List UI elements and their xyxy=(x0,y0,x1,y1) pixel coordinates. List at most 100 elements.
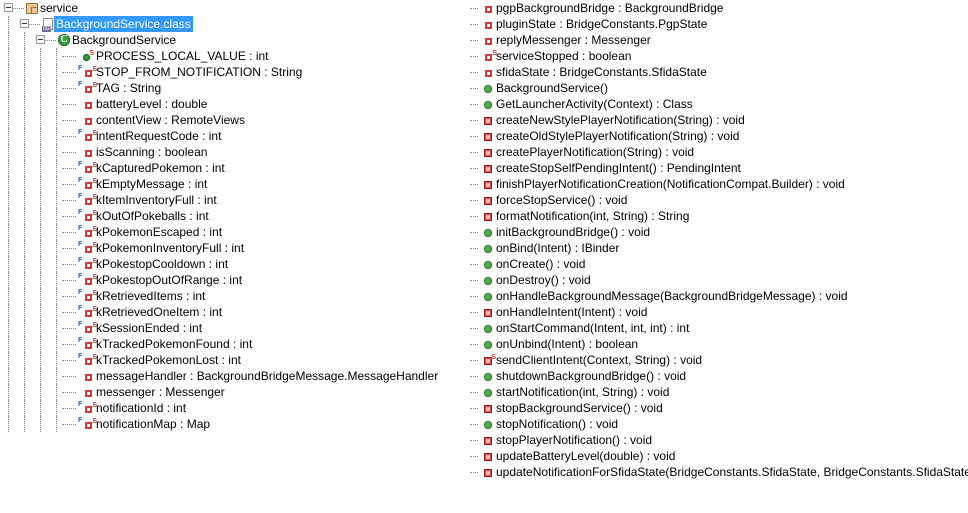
tree-elbow-line xyxy=(470,344,478,346)
tree-expander-toggle[interactable] xyxy=(20,19,29,28)
outline-view[interactable]: serviceBackgroundService.classBackground… xyxy=(0,0,968,513)
tree-row-label: onCreate() : void xyxy=(496,257,586,271)
tree-row-label: PROCESS_LOCAL_VALUE : int xyxy=(96,49,269,63)
public-method-icon xyxy=(480,80,496,96)
tree-row-member[interactable]: S FkTrackedPokemonFound : int xyxy=(0,336,470,352)
tree-row-member[interactable]: replyMessenger : Messenger xyxy=(470,32,968,48)
tree-row-member[interactable]: messageHandler : BackgroundBridgeMessage… xyxy=(0,368,470,384)
tree-row-member[interactable]: pluginState : BridgeConstants.PgpState xyxy=(470,16,968,32)
tree-guide-line xyxy=(56,368,58,384)
tree-row-member[interactable]: BackgroundService() xyxy=(470,80,968,96)
tree-elbow-line xyxy=(13,8,24,10)
tree-expander-toggle[interactable] xyxy=(4,3,13,12)
tree-guide-line xyxy=(24,256,26,272)
tree-row-member[interactable]: contentView : RemoteViews xyxy=(0,112,470,128)
final-marker-icon: F xyxy=(78,321,83,328)
tree-guide-line xyxy=(8,352,10,368)
static-marker-icon: S xyxy=(92,258,97,265)
private-field-icon xyxy=(80,384,96,400)
tree-row-member[interactable]: SsendClientIntent(Context, String) : voi… xyxy=(470,352,968,368)
tree-row-label: notificationMap : Map xyxy=(96,417,211,431)
tree-guide-line xyxy=(24,240,26,256)
tree-row-member[interactable]: S FintentRequestCode : int xyxy=(0,128,470,144)
tree-row-member[interactable]: S FkPokestopCooldown : int xyxy=(0,256,470,272)
tree-guide-line xyxy=(8,96,10,112)
tree-guide-line xyxy=(24,224,26,240)
tree-row-member[interactable]: forceStopService() : void xyxy=(470,192,968,208)
tree-row-member[interactable]: S FkRetrievedItems : int xyxy=(0,288,470,304)
private-method-icon xyxy=(480,464,496,480)
tree-row-label: kItemInventoryFull : int xyxy=(96,193,217,207)
tree-row-member[interactable]: S FkEmptyMessage : int xyxy=(0,176,470,192)
tree-row-member[interactable]: batteryLevel : double xyxy=(0,96,470,112)
tree-row-member[interactable]: S FnotificationId : int xyxy=(0,400,470,416)
private-static-final-field-icon: SF xyxy=(78,352,97,368)
tree-row-member[interactable]: S FkPokemonEscaped : int xyxy=(0,224,470,240)
tree-row-member[interactable]: onUnbind(Intent) : boolean xyxy=(470,336,968,352)
tree-row-member[interactable]: updateBatteryLevel(double) : void xyxy=(470,448,968,464)
tree-row-member[interactable]: initBackgroundBridge() : void xyxy=(470,224,968,240)
tree-row-member[interactable]: stopPlayerNotification() : void xyxy=(470,432,968,448)
tree-elbow-line xyxy=(470,88,478,90)
tree-elbow-line xyxy=(470,152,478,154)
tree-row-member[interactable]: startNotification(int, String) : void xyxy=(470,384,968,400)
tree-guide-line xyxy=(8,112,10,128)
tree-guide-line xyxy=(56,176,58,192)
tree-row-member[interactable]: onHandleIntent(Intent) : void xyxy=(470,304,968,320)
tree-row-class[interactable]: BackgroundService xyxy=(0,32,470,48)
tree-guide-line xyxy=(8,208,10,224)
tree-row-member[interactable]: stopNotification() : void xyxy=(470,416,968,432)
tree-row-member[interactable]: SserviceStopped : boolean xyxy=(470,48,968,64)
tree-row-member[interactable]: createOldStylePlayerNotification(String)… xyxy=(470,128,968,144)
static-marker-icon: S xyxy=(92,82,97,89)
tree-row-label: kPokestopOutOfRange : int xyxy=(96,273,243,287)
tree-expander-toggle[interactable] xyxy=(36,35,45,44)
static-marker-icon: S xyxy=(92,306,97,313)
private-field-icon xyxy=(480,64,496,80)
tree-row-label: replyMessenger : Messenger xyxy=(496,33,651,47)
tree-row-member[interactable]: stopBackgroundService() : void xyxy=(470,400,968,416)
tree-elbow-line xyxy=(62,216,76,218)
tree-row-member[interactable]: updateNotificationForSfidaState(BridgeCo… xyxy=(470,464,968,480)
tree-guide-line xyxy=(56,64,58,80)
tree-row-member[interactable]: S FkTrackedPokemonLost : int xyxy=(0,352,470,368)
tree-row-member[interactable]: sfidaState : BridgeConstants.SfidaState xyxy=(470,64,968,80)
tree-row-member[interactable]: onBind(Intent) : IBinder xyxy=(470,240,968,256)
tree-row-member[interactable]: isScanning : boolean xyxy=(0,144,470,160)
tree-row-member[interactable]: S FkOutOfPokeballs : int xyxy=(0,208,470,224)
tree-row-label: initBackgroundBridge() : void xyxy=(496,225,651,239)
tree-row-member[interactable]: onStartCommand(Intent, int, int) : int xyxy=(470,320,968,336)
tree-row-member[interactable]: shutdownBackgroundBridge() : void xyxy=(470,368,968,384)
tree-row-member[interactable]: S FkCapturedPokemon : int xyxy=(0,160,470,176)
tree-guide-line xyxy=(40,256,42,272)
tree-row-label: kEmptyMessage : int xyxy=(96,177,208,191)
tree-row-member[interactable]: createPlayerNotification(String) : void xyxy=(470,144,968,160)
tree-row-member[interactable]: S FkRetrievedOneItem : int xyxy=(0,304,470,320)
tree-row-member[interactable]: formatNotification(int, String) : String xyxy=(470,208,968,224)
tree-elbow-line xyxy=(62,232,76,234)
tree-row-member[interactable]: onCreate() : void xyxy=(470,256,968,272)
tree-row-member[interactable]: pgpBackgroundBridge : BackgroundBridge xyxy=(470,0,968,16)
tree-row-member[interactable]: onHandleBackgroundMessage(BackgroundBrid… xyxy=(470,288,968,304)
tree-row-member[interactable]: createStopSelfPendingIntent() : PendingI… xyxy=(470,160,968,176)
tree-row-member[interactable]: finishPlayerNotificationCreation(Notific… xyxy=(470,176,968,192)
static-marker-icon: S xyxy=(92,274,97,281)
tree-row-member[interactable]: createNewStylePlayerNotification(String)… xyxy=(470,112,968,128)
tree-row-member[interactable]: onDestroy() : void xyxy=(470,272,968,288)
tree-row-member[interactable]: S PROCESS_LOCAL_VALUE : int xyxy=(0,48,470,64)
tree-row-member[interactable]: S F TAG : String xyxy=(0,80,470,96)
tree-row-label: finishPlayerNotificationCreation(Notific… xyxy=(496,177,845,191)
tree-row-member[interactable]: S FnotificationMap : Map xyxy=(0,416,470,432)
tree-row-member[interactable]: S FkPokestopOutOfRange : int xyxy=(0,272,470,288)
tree-guide-line xyxy=(8,64,10,80)
tree-row-member[interactable]: messenger : Messenger xyxy=(0,384,470,400)
tree-row-member[interactable]: GetLauncherActivity(Context) : Class xyxy=(470,96,968,112)
tree-row-class-file[interactable]: BackgroundService.class xyxy=(0,16,470,32)
tree-row-member[interactable]: S FkPokemonInventoryFull : int xyxy=(0,240,470,256)
tree-guide-line xyxy=(8,368,10,384)
tree-row-member[interactable]: S FkItemInventoryFull : int xyxy=(0,192,470,208)
tree-row-member[interactable]: S F STOP_FROM_NOTIFICATION : String xyxy=(0,64,470,80)
tree-row-member[interactable]: S FkSessionEnded : int xyxy=(0,320,470,336)
tree-guide-line xyxy=(24,400,26,416)
tree-row-package[interactable]: service xyxy=(0,0,470,16)
